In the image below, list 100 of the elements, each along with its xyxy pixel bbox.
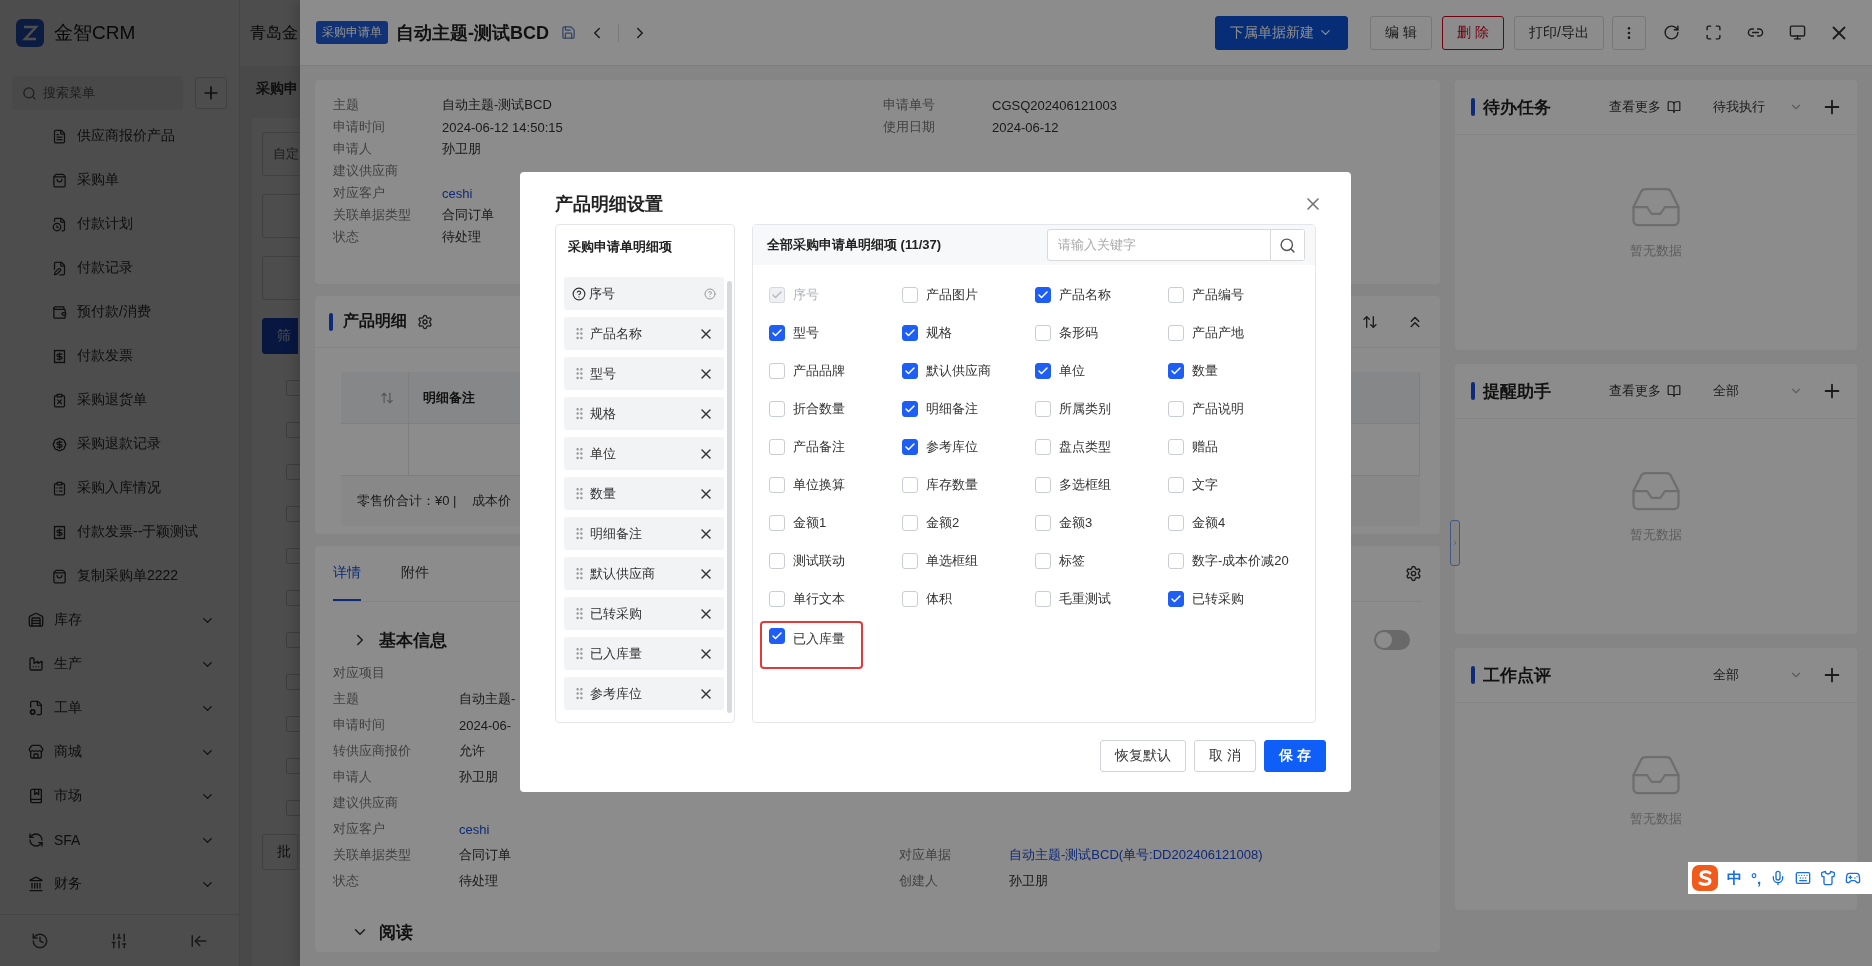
- checkbox[interactable]: [902, 401, 918, 417]
- checkbox[interactable]: [769, 628, 785, 644]
- menu-item[interactable]: 付款记录: [0, 246, 239, 290]
- batch-button[interactable]: 批: [262, 834, 298, 870]
- filter-dropdown[interactable]: 全部: [1713, 382, 1803, 400]
- view-more-link[interactable]: 查看更多: [1609, 98, 1681, 116]
- field-label: 状态: [333, 228, 360, 246]
- menu-group[interactable]: SFA: [0, 818, 239, 862]
- field-item[interactable]: 默认供应商: [564, 557, 724, 590]
- field-item[interactable]: 型号: [564, 357, 724, 390]
- toolbar-button[interactable]: 打印/导出: [1514, 15, 1604, 50]
- field-link[interactable]: ceshi: [459, 821, 490, 837]
- filter-dropdown[interactable]: 待我执行: [1713, 98, 1803, 116]
- scrollbar[interactable]: [727, 281, 732, 713]
- field-label: 建议供应商: [333, 794, 399, 812]
- field-label: 申请时间: [333, 118, 386, 136]
- field-value: 合同订单: [442, 206, 494, 224]
- sliders-icon[interactable]: [110, 931, 129, 950]
- menu-item[interactable]: 采购退货单: [0, 378, 239, 422]
- refresh-icon: [1662, 24, 1680, 41]
- field-item[interactable]: 明细备注: [564, 517, 724, 550]
- field-label: 关联单据类型: [333, 846, 412, 864]
- settings-icon[interactable]: [1405, 565, 1422, 582]
- menu-item[interactable]: 采购退款记录: [0, 422, 239, 466]
- ime-punct-text[interactable]: °,: [1751, 869, 1762, 887]
- field-value: 2024-06-: [459, 717, 512, 733]
- field-item[interactable]: 规格: [564, 397, 724, 430]
- field-label: 对应客户: [333, 184, 386, 202]
- checkbox[interactable]: [902, 439, 918, 455]
- fullscreen-icon: [1704, 24, 1722, 41]
- expand-handle[interactable]: [1450, 520, 1460, 566]
- field-item[interactable]: 产品名称: [564, 317, 724, 350]
- option-label: 产品备注: [793, 438, 845, 456]
- option-label: 毛重测试: [1059, 590, 1111, 608]
- toolbar-button[interactable]: 下属单据新建: [1215, 15, 1349, 50]
- menu-item[interactable]: 预付款/消费: [0, 290, 239, 334]
- keyboard-icon[interactable]: [1795, 870, 1812, 886]
- check-icon: [904, 365, 916, 377]
- filter-dropdown[interactable]: 全部: [1713, 666, 1803, 684]
- menu-item[interactable]: 复制采购单2222: [0, 554, 239, 598]
- dialog-button[interactable]: 保 存: [1264, 740, 1326, 772]
- menu-group[interactable]: 商城: [0, 730, 239, 774]
- menu-group[interactable]: 生产: [0, 642, 239, 686]
- search-button[interactable]: [1270, 230, 1304, 260]
- receipt-icon: [52, 348, 67, 364]
- menu-group[interactable]: 市场: [0, 774, 239, 818]
- view-more-link[interactable]: 查看更多: [1609, 382, 1681, 400]
- menu-item[interactable]: 付款发票: [0, 334, 239, 378]
- tab[interactable]: 附件: [401, 546, 429, 601]
- option-label: 产品产地: [1192, 324, 1244, 342]
- panel-title: 工作点评: [1483, 664, 1552, 687]
- menu-group[interactable]: 库存: [0, 598, 239, 642]
- field-item[interactable]: 已转采购: [564, 597, 724, 630]
- field-link[interactable]: 自动主题-测试BCD(单号:DD202406121008): [1009, 846, 1263, 864]
- toolbar-button[interactable]: 编 辑: [1370, 15, 1433, 50]
- toggle-switch[interactable]: [1374, 630, 1410, 650]
- checkbox[interactable]: [902, 363, 918, 379]
- field-label: 关联单据类型: [333, 206, 412, 224]
- section-title: 基本信息: [379, 629, 447, 652]
- history-icon[interactable]: [30, 931, 49, 950]
- receipt-icon: [52, 524, 67, 540]
- field-label: 对应项目: [333, 664, 386, 682]
- menu-group[interactable]: 财务: [0, 862, 239, 906]
- menu-item[interactable]: 采购入库情况: [0, 466, 239, 510]
- checkbox[interactable]: [1168, 591, 1184, 607]
- toolbar-button[interactable]: 删 除: [1442, 15, 1505, 50]
- settings-icon[interactable]: [417, 313, 433, 330]
- menu-group[interactable]: 工单: [0, 686, 239, 730]
- field-item[interactable]: 已入库量: [564, 637, 724, 670]
- refresh-icon: [28, 832, 44, 848]
- sort-icon[interactable]: [1362, 313, 1378, 330]
- field-item[interactable]: 单位: [564, 437, 724, 470]
- option-label: 条形码: [1059, 324, 1098, 342]
- checkbox[interactable]: [1168, 363, 1184, 379]
- option-label: 金额4: [1192, 514, 1226, 532]
- menu-item[interactable]: 付款计划: [0, 202, 239, 246]
- checkbox[interactable]: [902, 325, 918, 341]
- option-label: 序号: [793, 286, 819, 304]
- add-button[interactable]: [195, 77, 227, 109]
- dialog-button[interactable]: 取 消: [1194, 740, 1257, 772]
- field-link[interactable]: ceshi: [442, 185, 473, 201]
- dialog-button[interactable]: 恢复默认: [1100, 740, 1187, 772]
- field-value: 孙卫朋: [442, 140, 481, 158]
- field-item[interactable]: 参考库位: [564, 677, 724, 710]
- ime-mode-text[interactable]: 中: [1727, 868, 1742, 888]
- menu-item[interactable]: 采购单: [0, 158, 239, 202]
- keyword-search-field[interactable]: 请输入关键字: [1047, 229, 1305, 261]
- checkbox[interactable]: [1035, 287, 1051, 303]
- field-value: 孙卫朋: [459, 768, 498, 786]
- save-icon[interactable]: [561, 25, 576, 40]
- summary-text: 成本价: [472, 492, 512, 511]
- checkbox[interactable]: [769, 325, 785, 341]
- tab[interactable]: 详情: [333, 546, 361, 601]
- field-item[interactable]: 数量: [564, 477, 724, 510]
- menu-item[interactable]: 供应商报价产品: [0, 114, 239, 158]
- checkbox[interactable]: [1035, 363, 1051, 379]
- shirt-icon[interactable]: [1820, 870, 1837, 886]
- check-icon: [1170, 593, 1182, 605]
- gamepad-icon[interactable]: [1845, 870, 1862, 886]
- check-icon: [771, 327, 783, 339]
